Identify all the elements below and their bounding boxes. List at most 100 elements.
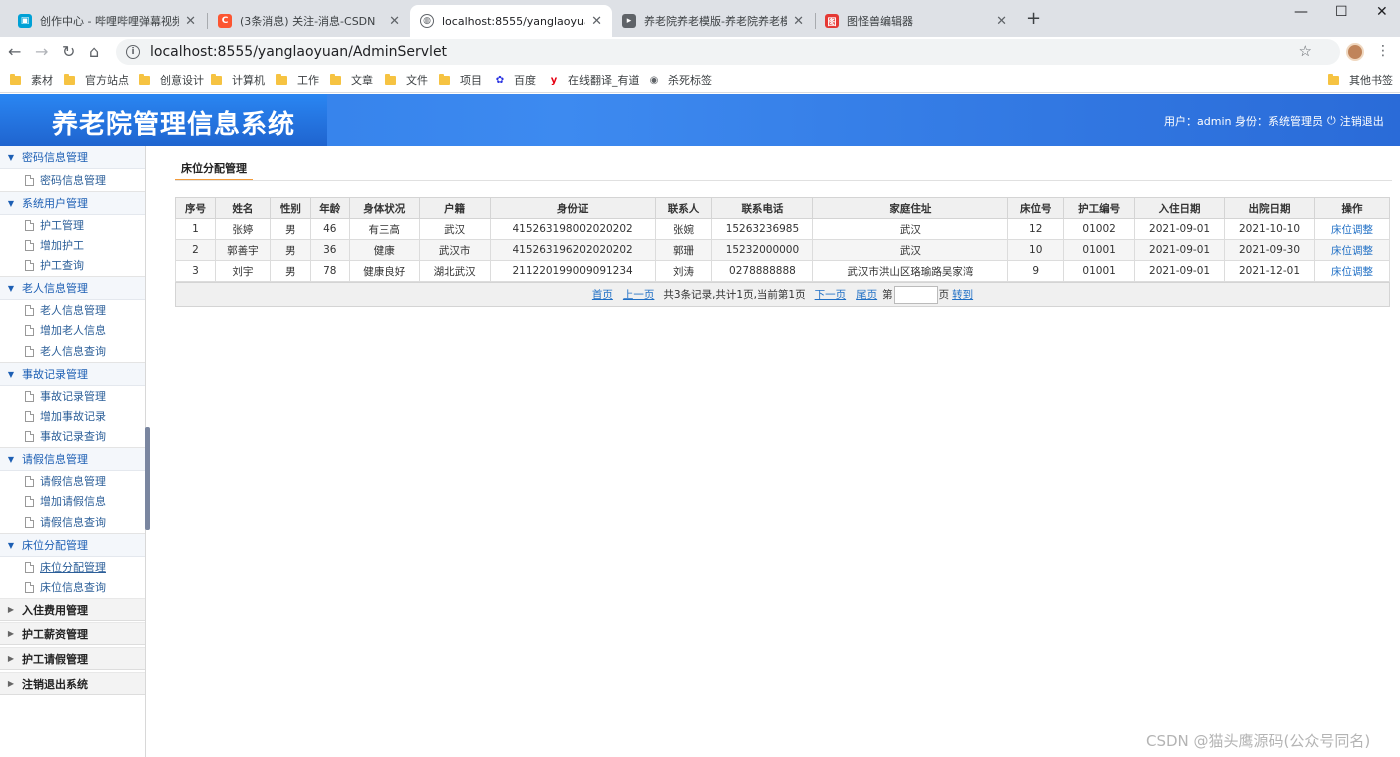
go-page-link[interactable]: 转到 bbox=[952, 287, 973, 302]
table-cell: 2021-10-10 bbox=[1224, 218, 1315, 240]
table-row: 2 郭善宇 男 36 健康 武汉市 415263196202020202 郭珊 … bbox=[175, 239, 1391, 261]
sidebar-item-add-leave[interactable]: 增加请假信息 bbox=[0, 491, 145, 511]
back-icon[interactable]: ← bbox=[8, 42, 21, 61]
sidebar-item-add-accident[interactable]: 增加事故记录 bbox=[0, 406, 145, 426]
sidebar-item-add-elder[interactable]: 增加老人信息 bbox=[0, 320, 145, 340]
browser-tab-csdn[interactable]: C (3条消息) 关注-消息-CSDN ✕ bbox=[208, 5, 410, 37]
table-cell: 武汉 bbox=[812, 218, 1009, 240]
sidebar-group-logout[interactable]: ▶ 注销退出系统 bbox=[0, 672, 145, 695]
power-icon: ⏻ bbox=[1327, 114, 1336, 127]
bookmark-item[interactable]: 文件 bbox=[385, 72, 428, 88]
close-icon[interactable]: ✕ bbox=[793, 14, 804, 29]
tab-title: (3条消息) 关注-消息-CSDN bbox=[240, 15, 376, 28]
address-bar[interactable]: i localhost:8555/yanglaoyuan/AdminServle… bbox=[116, 39, 1340, 65]
bookmark-item[interactable]: 官方站点 bbox=[64, 72, 129, 88]
table-cell: 2021-09-01 bbox=[1134, 260, 1226, 282]
sidebar-item-leave-query[interactable]: 请假信息查询 bbox=[0, 512, 145, 532]
bed-adjust-link[interactable]: 床位调整 bbox=[1331, 245, 1373, 257]
item-label: 增加请假信息 bbox=[40, 495, 106, 508]
sidebar-item-leave-manage[interactable]: 请假信息管理 bbox=[0, 471, 145, 491]
next-page-link[interactable]: 下一页 bbox=[815, 287, 847, 302]
sidebar-item-bed-query[interactable]: 床位信息查询 bbox=[0, 577, 145, 597]
document-icon bbox=[25, 430, 34, 442]
sidebar-item-add-nurse[interactable]: 增加护工 bbox=[0, 235, 145, 255]
youdao-icon: y bbox=[550, 74, 558, 86]
table-cell: 9 bbox=[1007, 260, 1065, 282]
table-cell: 46 bbox=[309, 218, 350, 240]
sidebar-item-accident-manage[interactable]: 事故记录管理 bbox=[0, 386, 145, 406]
forward-icon[interactable]: → bbox=[35, 42, 48, 61]
group-label: 事故记录管理 bbox=[22, 368, 88, 381]
close-icon[interactable]: ✕ bbox=[996, 14, 1007, 29]
bookmark-item[interactable]: 文章 bbox=[330, 72, 373, 88]
sidebar-group-accidents[interactable]: ▼ 事故记录管理 bbox=[0, 363, 145, 386]
bookmark-item[interactable]: 计算机 bbox=[211, 72, 265, 88]
item-label: 密码信息管理 bbox=[40, 174, 106, 187]
browser-tab-editor[interactable]: 图 图怪兽编辑器 ✕ bbox=[815, 5, 1017, 37]
sidebar-item-nurse-query[interactable]: 护工查询 bbox=[0, 255, 145, 275]
col-header: 操作 bbox=[1313, 197, 1391, 219]
browser-tab-template[interactable]: ▸ 养老院养老模版-养老院养老模板 ✕ bbox=[612, 5, 814, 37]
sidebar-group-salary[interactable]: ▶ 护工薪资管理 bbox=[0, 622, 145, 645]
profile-avatar[interactable] bbox=[1346, 43, 1364, 61]
logout-link[interactable]: ⏻ 注销退出 bbox=[1327, 113, 1384, 129]
sidebar-item-elder-query[interactable]: 老人信息查询 bbox=[0, 341, 145, 361]
table-cell: 01001 bbox=[1063, 260, 1136, 282]
sidebar-item-accident-query[interactable]: 事故记录查询 bbox=[0, 426, 145, 446]
browser-menu-icon[interactable]: ⋮ bbox=[1376, 43, 1390, 59]
close-icon[interactable]: ✕ bbox=[185, 14, 196, 29]
pager-summary: 共3条记录,共计1页,当前第1页 bbox=[663, 289, 806, 301]
other-bookmarks[interactable]: 其他书签 bbox=[1328, 72, 1393, 88]
table-cell: 武汉 bbox=[418, 218, 491, 240]
sidebar-group-elders[interactable]: ▼ 老人信息管理 bbox=[0, 277, 145, 300]
home-icon[interactable]: ⌂ bbox=[89, 42, 99, 61]
tab-title: 养老院养老模版-养老院养老模板 bbox=[644, 15, 788, 28]
maximize-icon[interactable]: ☐ bbox=[1335, 4, 1348, 20]
first-page-link[interactable]: 首页 bbox=[592, 287, 613, 302]
table-row: 1 张婷 男 46 有三高 武汉 415263198002020202 张婉 1… bbox=[175, 218, 1391, 240]
reload-icon[interactable]: ↻ bbox=[62, 42, 75, 61]
sidebar-group-nurse-leave[interactable]: ▶ 护工请假管理 bbox=[0, 647, 145, 670]
document-icon bbox=[25, 259, 34, 271]
bookmark-item[interactable]: 工作 bbox=[276, 72, 319, 88]
sidebar-item-bed-assign[interactable]: 床位分配管理 bbox=[0, 557, 145, 577]
close-icon[interactable]: ✕ bbox=[591, 14, 602, 29]
sidebar-group-fees[interactable]: ▶ 入住费用管理 bbox=[0, 598, 145, 621]
tab-bed-assign[interactable]: 床位分配管理 bbox=[175, 156, 253, 181]
window-close-icon[interactable]: ✕ bbox=[1376, 4, 1388, 20]
sidebar-item-nurse-manage[interactable]: 护工管理 bbox=[0, 215, 145, 235]
bookmark-item[interactable]: 创意设计 bbox=[139, 72, 204, 88]
page-number-input[interactable] bbox=[893, 285, 938, 304]
bookmark-item[interactable]: ◉ 杀死标签 bbox=[648, 72, 712, 88]
sidebar-group-users[interactable]: ▼ 系统用户管理 bbox=[0, 192, 145, 215]
folder-icon bbox=[211, 73, 222, 85]
bookmark-label: 百度 bbox=[514, 74, 536, 87]
close-icon[interactable]: ✕ bbox=[389, 14, 400, 29]
bookmark-item[interactable]: y 在线翻译_有道 bbox=[548, 72, 640, 88]
bookmark-item[interactable]: 素材 bbox=[10, 72, 53, 88]
sidebar-group-leave[interactable]: ▼ 请假信息管理 bbox=[0, 448, 145, 471]
sidebar-group-beds[interactable]: ▼ 床位分配管理 bbox=[0, 534, 145, 557]
site-info-icon[interactable]: i bbox=[126, 45, 140, 59]
table-cell: 有三高 bbox=[348, 218, 420, 240]
browser-tab-active[interactable]: ◍ localhost:8555/yanglaoyuan/A ✕ bbox=[410, 5, 612, 37]
sidebar-item-password-manage[interactable]: 密码信息管理 bbox=[0, 170, 145, 190]
folder-icon bbox=[10, 73, 21, 85]
new-tab-button[interactable]: + bbox=[1026, 8, 1041, 29]
bed-adjust-link[interactable]: 床位调整 bbox=[1331, 266, 1373, 278]
bookmark-item[interactable]: ✿ 百度 bbox=[494, 72, 536, 88]
bed-adjust-link[interactable]: 床位调整 bbox=[1331, 224, 1373, 236]
col-header: 年龄 bbox=[309, 197, 350, 219]
minimize-icon[interactable]: — bbox=[1294, 4, 1308, 20]
table-cell: 男 bbox=[269, 260, 311, 282]
prev-page-link[interactable]: 上一页 bbox=[623, 287, 655, 302]
col-header: 护工编号 bbox=[1063, 197, 1136, 219]
sidebar-item-elder-manage[interactable]: 老人信息管理 bbox=[0, 300, 145, 320]
bilibili-icon: ▣ bbox=[18, 14, 32, 28]
last-page-link[interactable]: 尾页 bbox=[856, 287, 877, 302]
sidebar-group-password[interactable]: ▼ 密码信息管理 bbox=[0, 146, 145, 169]
bookmark-item[interactable]: 项目 bbox=[439, 72, 482, 88]
bookmark-star-icon[interactable]: ☆ bbox=[1299, 42, 1312, 60]
group-label: 护工薪资管理 bbox=[22, 627, 88, 641]
browser-tab-bilibili[interactable]: ▣ 创作中心 - 哔哩哔哩弹幕视频网 ✕ bbox=[8, 5, 206, 37]
